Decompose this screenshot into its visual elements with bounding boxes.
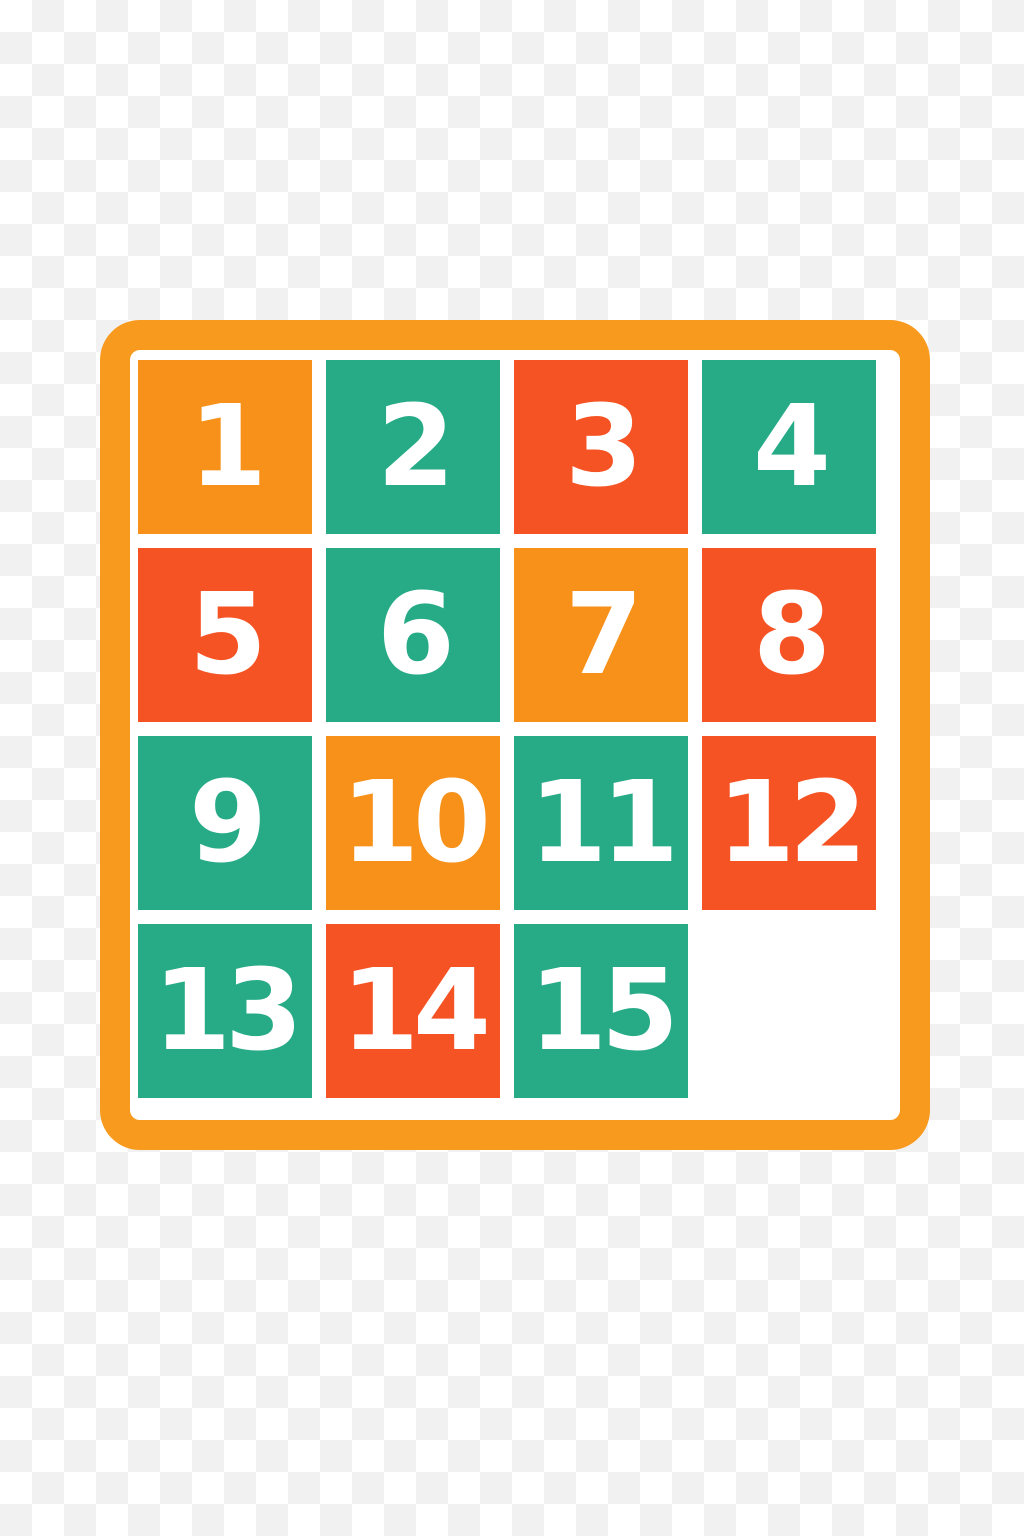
tile-12[interactable]: 12 — [702, 736, 876, 910]
tile-13[interactable]: 13 — [138, 924, 312, 1098]
tile-8[interactable]: 8 — [702, 548, 876, 722]
tile-2[interactable]: 2 — [326, 360, 500, 534]
tile-11[interactable]: 11 — [514, 736, 688, 910]
tile-15[interactable]: 15 — [514, 924, 688, 1098]
tile-number: 10 — [341, 758, 491, 888]
tile-3[interactable]: 3 — [514, 360, 688, 534]
tile-9[interactable]: 9 — [138, 736, 312, 910]
tile-number: 4 — [753, 382, 831, 512]
tile-number: 6 — [377, 570, 455, 700]
tile-number: 7 — [565, 570, 643, 700]
tile-number: 14 — [341, 946, 491, 1076]
tile-1[interactable]: 1 — [138, 360, 312, 534]
puzzle-frame: 1 2 3 4 5 6 7 8 9 10 11 12 13 14 15 — [100, 320, 930, 1150]
tile-4[interactable]: 4 — [702, 360, 876, 534]
tile-number: 13 — [153, 946, 303, 1076]
tile-number: 12 — [717, 758, 867, 888]
tile-number: 11 — [529, 758, 679, 888]
tile-number: 8 — [753, 570, 831, 700]
tile-14[interactable]: 14 — [326, 924, 500, 1098]
tile-number: 2 — [377, 382, 455, 512]
tile-6[interactable]: 6 — [326, 548, 500, 722]
puzzle-board: 1 2 3 4 5 6 7 8 9 10 11 12 13 14 15 — [138, 360, 888, 1110]
tile-number: 5 — [189, 570, 267, 700]
tile-number: 15 — [529, 946, 679, 1076]
tile-number: 9 — [189, 758, 267, 888]
tile-number: 3 — [565, 382, 643, 512]
tile-number: 1 — [189, 382, 267, 512]
tile-10[interactable]: 10 — [326, 736, 500, 910]
tile-5[interactable]: 5 — [138, 548, 312, 722]
empty-slot — [702, 924, 876, 1098]
tile-7[interactable]: 7 — [514, 548, 688, 722]
